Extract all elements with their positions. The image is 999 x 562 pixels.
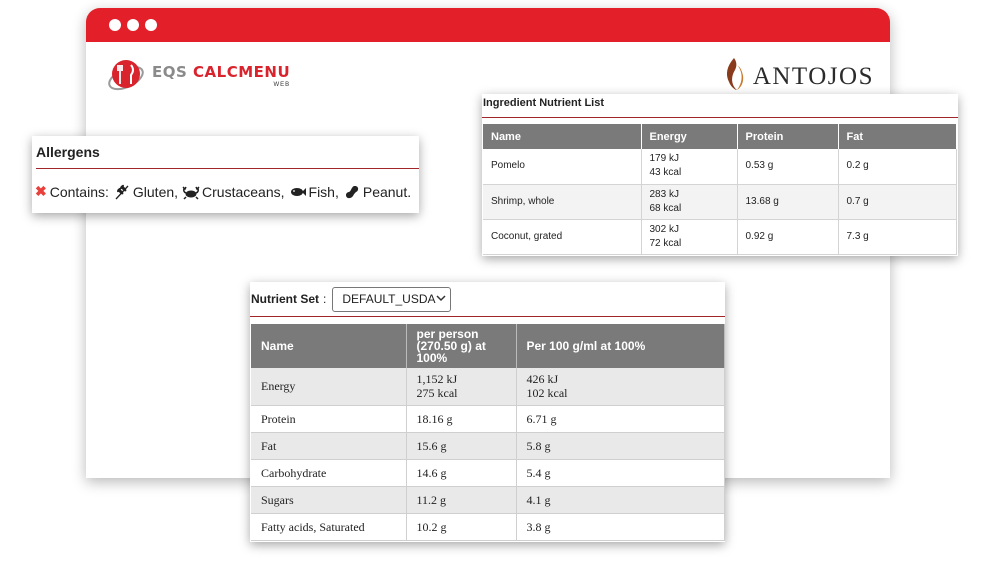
allergen-peanut: Peanut. xyxy=(362,183,412,200)
logo-text-web: WEB xyxy=(273,81,291,88)
cell-per-person: 18.16 g xyxy=(406,405,517,433)
contains-label: Contains: xyxy=(49,183,109,200)
nutrient-set-panel: Nutrient Set : DEFAULT_USDA Name per per… xyxy=(250,282,725,542)
column-header-name[interactable]: Name xyxy=(251,324,407,368)
cell-protein: 0.53 g xyxy=(737,149,839,185)
flame-icon xyxy=(723,56,745,97)
cell-energy: 179 kJ 43 kcal xyxy=(641,149,738,185)
value-kj: 1,152 kJ xyxy=(416,372,458,387)
column-header-name[interactable]: Name xyxy=(483,124,642,149)
window-minimize-dot[interactable] xyxy=(127,19,139,31)
window-maximize-dot[interactable] xyxy=(145,19,157,31)
energy-kj: 179 kJ xyxy=(649,153,679,165)
nutrient-set-select[interactable]: DEFAULT_USDA xyxy=(332,286,452,312)
allergen-list: ✖ Contains: Gluten, Crustaceans, Fish, P… xyxy=(32,169,419,200)
cell-per-100: 5.8 g xyxy=(516,432,725,460)
value-kj: 426 kJ xyxy=(526,372,559,387)
table-row[interactable]: Pomelo 179 kJ 43 kcal 0.53 g 0.2 g xyxy=(483,149,957,185)
table-row: Protein 18.16 g 6.71 g xyxy=(251,405,725,433)
cell-energy: 283 kJ 68 kcal xyxy=(641,184,738,220)
chevron-down-icon xyxy=(435,294,446,305)
cell-name: Sugars xyxy=(251,486,407,514)
cell-per-person: 15.6 g xyxy=(406,432,517,460)
ingredient-nutrient-panel: Ingredient Nutrient List Name Energy Pro… xyxy=(482,94,958,256)
table-row: Fatty acids, Saturated 10.2 g 3.8 g xyxy=(251,513,725,541)
cell-fat: 0.7 g xyxy=(838,184,957,220)
cell-per-person: 1,152 kJ 275 kcal xyxy=(406,368,517,406)
cell-protein: 13.68 g xyxy=(737,184,839,220)
nutrient-set-colon: : xyxy=(323,292,327,306)
ingredient-list-divider xyxy=(482,117,958,118)
table-row: Sugars 11.2 g 4.1 g xyxy=(251,486,725,514)
column-header-protein[interactable]: Protein xyxy=(737,124,839,149)
allergen-fish: Fish, xyxy=(308,183,339,200)
cell-per-person: 11.2 g xyxy=(406,486,517,514)
column-header-energy[interactable]: Energy xyxy=(641,124,738,149)
column-header-per-100[interactable]: Per 100 g/ml at 100% xyxy=(516,324,725,368)
calcmenu-logo[interactable]: EQS CALCMENU WEB xyxy=(106,56,290,96)
cell-name: Pomelo xyxy=(483,149,642,185)
calcmenu-logo-icon xyxy=(106,56,146,96)
energy-kj: 302 kJ xyxy=(649,223,679,235)
value-kcal: 102 kcal xyxy=(526,386,568,401)
cell-name: Shrimp, whole xyxy=(483,184,642,220)
cell-per-100: 5.4 g xyxy=(516,459,725,487)
table-header-row: Name per person (270.50 g) at 100% Per 1… xyxy=(251,324,725,368)
cell-per-person: 10.2 g xyxy=(406,513,517,541)
window-close-dot[interactable] xyxy=(109,19,121,31)
table-header-row: Name Energy Protein Fat xyxy=(483,124,957,149)
crab-icon xyxy=(182,184,200,200)
cell-name: Fatty acids, Saturated xyxy=(251,513,407,541)
cell-name: Coconut, grated xyxy=(483,219,642,255)
table-row[interactable]: Coconut, grated 302 kJ 72 kcal 0.92 g 7.3… xyxy=(483,219,957,255)
cell-name: Energy xyxy=(251,368,407,406)
cell-fat: 0.2 g xyxy=(838,149,957,185)
nutrient-table: Name per person (270.50 g) at 100% Per 1… xyxy=(251,324,725,541)
nutrient-set-label: Nutrient Set xyxy=(251,292,320,306)
antojos-logo: ANTOJOS xyxy=(723,56,874,97)
value-kcal: 275 kcal xyxy=(416,386,458,401)
energy-kj: 283 kJ xyxy=(649,188,679,200)
fish-icon xyxy=(289,184,307,200)
energy-kcal: 72 kcal xyxy=(649,237,682,249)
column-header-fat[interactable]: Fat xyxy=(838,124,957,149)
allergens-panel: Allergens ✖ Contains: Gluten, Crustacean… xyxy=(32,136,419,213)
ingredient-table: Name Energy Protein Fat Pomelo 179 kJ 43 … xyxy=(483,124,957,255)
table-row: Fat 15.6 g 5.8 g xyxy=(251,432,725,460)
energy-kcal: 43 kcal xyxy=(649,167,682,179)
cell-name: Carbohydrate xyxy=(251,459,407,487)
energy-kcal: 68 kcal xyxy=(649,202,682,214)
peanut-icon xyxy=(343,184,361,200)
wheat-icon xyxy=(113,184,131,200)
table-row: Energy 1,152 kJ 275 kcal 426 kJ 102 kcal xyxy=(251,368,725,406)
cell-per-person: 14.6 g xyxy=(406,459,517,487)
cell-per-100: 3.8 g xyxy=(516,513,725,541)
allergens-title: Allergens xyxy=(36,144,100,160)
cell-name: Fat xyxy=(251,432,407,460)
nutrient-set-selected-value: DEFAULT_USDA xyxy=(342,292,436,306)
cell-per-100: 4.1 g xyxy=(516,486,725,514)
browser-title-bar xyxy=(86,8,890,42)
cell-energy: 302 kJ 72 kcal xyxy=(641,219,738,255)
column-header-per-person[interactable]: per person (270.50 g) at 100% xyxy=(406,324,517,368)
cell-fat: 7.3 g xyxy=(838,219,957,255)
table-row: Carbohydrate 14.6 g 5.4 g xyxy=(251,459,725,487)
allergen-gluten: Gluten, xyxy=(132,183,179,200)
nutrient-set-header: Nutrient Set : DEFAULT_USDA xyxy=(250,282,725,316)
cell-per-100: 6.71 g xyxy=(516,405,725,433)
nutrient-set-divider xyxy=(250,316,725,317)
cell-per-100: 426 kJ 102 kcal xyxy=(516,368,725,406)
cell-protein: 0.92 g xyxy=(737,219,839,255)
logo-text-eqs: EQS xyxy=(152,62,194,81)
allergen-crustaceans: Crustaceans, xyxy=(202,183,285,200)
logo-text-calcmenu: CALCMENU xyxy=(193,62,291,81)
table-row[interactable]: Shrimp, whole 283 kJ 68 kcal 13.68 g 0.7 … xyxy=(483,184,957,220)
antojos-brand-text: ANTOJOS xyxy=(752,62,874,90)
cross-icon: ✖ xyxy=(35,183,47,199)
ingredient-list-title: Ingredient Nutrient List xyxy=(483,97,604,109)
cell-name: Protein xyxy=(251,405,407,433)
